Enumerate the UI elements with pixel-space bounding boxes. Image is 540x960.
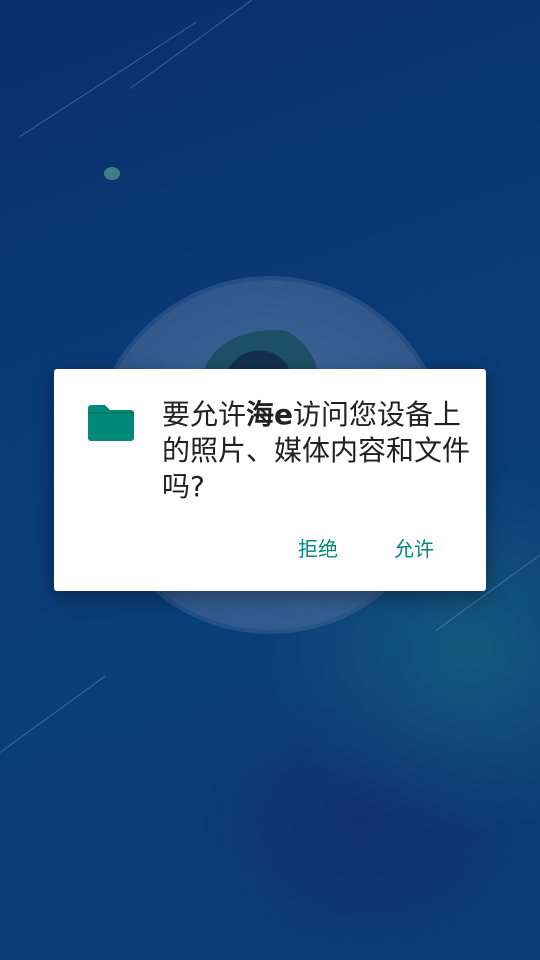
background-dot xyxy=(104,167,120,180)
background-streak xyxy=(129,0,252,89)
app-splash-background: 要允许海e访问您设备上的照片、媒体内容和文件吗? 拒绝 允许 xyxy=(0,0,540,960)
message-prefix: 要允许 xyxy=(162,398,247,431)
app-name: 海e xyxy=(246,398,294,431)
allow-button[interactable]: 允许 xyxy=(390,529,438,569)
background-streak xyxy=(19,21,197,137)
permission-message: 要允许海e访问您设备上的照片、媒体内容和文件吗? xyxy=(162,397,472,505)
background-streak xyxy=(0,675,106,753)
permission-dialog: 要允许海e访问您设备上的照片、媒体内容和文件吗? 拒绝 允许 xyxy=(54,369,486,591)
folder-icon xyxy=(88,405,134,441)
deny-button[interactable]: 拒绝 xyxy=(294,529,342,569)
